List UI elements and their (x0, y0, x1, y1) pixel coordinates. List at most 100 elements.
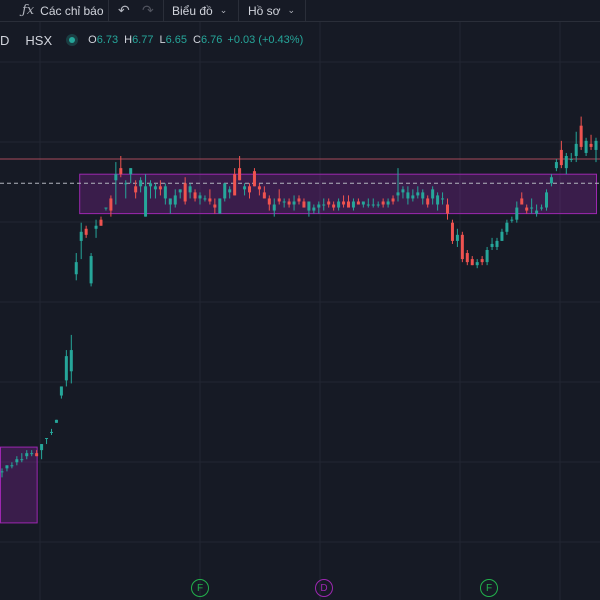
indicators-button[interactable]: ƒx Các chỉ báo (22, 0, 104, 21)
candle-body (361, 201, 365, 205)
candle-body (594, 140, 598, 150)
symbol-prefix: D (0, 32, 10, 48)
candle-body (337, 201, 341, 208)
candle-body (243, 186, 247, 190)
candle-body (500, 231, 504, 241)
low-value: 6.65 (165, 34, 188, 46)
candle-body (30, 453, 34, 455)
candle-body (297, 198, 301, 202)
candle-body (114, 174, 118, 181)
candle-body (391, 198, 395, 202)
candle-body (198, 195, 202, 199)
candle-body (332, 204, 336, 208)
candle-body (272, 204, 276, 211)
candle-body (10, 465, 14, 467)
candle-body (119, 168, 123, 175)
candle-body (54, 419, 58, 423)
candle-body (371, 204, 375, 206)
candle-body (153, 186, 157, 190)
candle-body (589, 143, 593, 147)
candle-body (183, 183, 187, 202)
toolbar-divider (238, 0, 239, 21)
candle-body (549, 177, 553, 184)
candle-body (470, 259, 474, 266)
candle-body (282, 201, 286, 203)
candle-body (302, 201, 306, 208)
supply-demand-zone (79, 173, 597, 215)
candle-body (248, 186, 251, 193)
candle-body (59, 386, 63, 396)
candle-body (173, 195, 177, 205)
profile-menu-label: Hồ sơ (248, 3, 281, 18)
candle-body (347, 201, 350, 208)
candle-body (149, 183, 152, 187)
candle-body (267, 198, 271, 205)
event-marker-d[interactable]: D (315, 579, 333, 597)
candle-body (460, 234, 464, 260)
supply-demand-zone (0, 446, 38, 524)
candle-body (69, 350, 73, 372)
open-label: O (88, 34, 97, 46)
candle-body (495, 240, 499, 247)
candle-body (436, 195, 440, 205)
candle-body (20, 459, 24, 461)
close-label: C (193, 34, 201, 46)
chart-toolbar: ƒx Các chỉ báo ↶ ↷ Biểu đồ ⌄ Hồ sơ ⌄ (0, 0, 600, 22)
candle-body (490, 243, 494, 247)
candle-body (559, 149, 563, 166)
chart-menu-button[interactable]: Biểu đồ ⌄ (172, 0, 227, 21)
candle-body (277, 198, 281, 202)
redo-icon: ↷ (142, 2, 154, 18)
candle-body (218, 198, 222, 214)
candle-body (50, 431, 53, 433)
candle-body (376, 204, 380, 206)
high-value: 6.77 (132, 34, 154, 46)
candle-body (540, 207, 544, 209)
candle-body (238, 168, 242, 181)
candle-body (520, 198, 524, 205)
candle-body (545, 192, 548, 208)
candle-body (178, 189, 182, 193)
candle-body (307, 201, 311, 211)
candle-body (342, 201, 346, 205)
candle-body (485, 250, 489, 263)
candle-body (386, 201, 390, 205)
candle-body (5, 465, 9, 469)
event-marker-f[interactable]: F (191, 579, 209, 597)
candle-body (134, 186, 138, 193)
candle-body (193, 192, 197, 199)
candle-body (94, 225, 98, 229)
candle-body (223, 183, 227, 199)
close-value: 6.76 (200, 34, 223, 46)
candle-body (366, 204, 370, 206)
candle-body (45, 438, 49, 439)
candle-body (431, 189, 435, 199)
candle-body (104, 207, 108, 209)
candle-body (322, 204, 326, 206)
candle-body (356, 201, 360, 205)
candle-body (109, 198, 113, 211)
candlestick-chart[interactable] (0, 22, 600, 600)
candle-body (40, 444, 44, 451)
candle-body (535, 210, 539, 214)
candle-body (426, 198, 430, 205)
candle-body (411, 195, 415, 199)
profile-menu-button[interactable]: Hồ sơ ⌄ (248, 0, 295, 21)
candle-body (406, 192, 410, 199)
candle-body (74, 262, 78, 275)
event-marker-f[interactable]: F (480, 579, 498, 597)
candle-body (421, 192, 425, 199)
candle-body (584, 140, 588, 153)
candle-body (257, 186, 261, 190)
candle-body (158, 186, 162, 190)
candle-body (262, 192, 266, 199)
candle-body (396, 192, 400, 196)
candle-body (287, 201, 291, 205)
high-label: H (124, 34, 133, 46)
toolbar-divider (108, 0, 109, 21)
undo-button[interactable]: ↶ (118, 0, 130, 21)
exchange-label: HSX (25, 32, 53, 48)
redo-button[interactable]: ↷ (142, 0, 154, 21)
candle-body (252, 171, 256, 187)
candle-body (99, 219, 103, 226)
